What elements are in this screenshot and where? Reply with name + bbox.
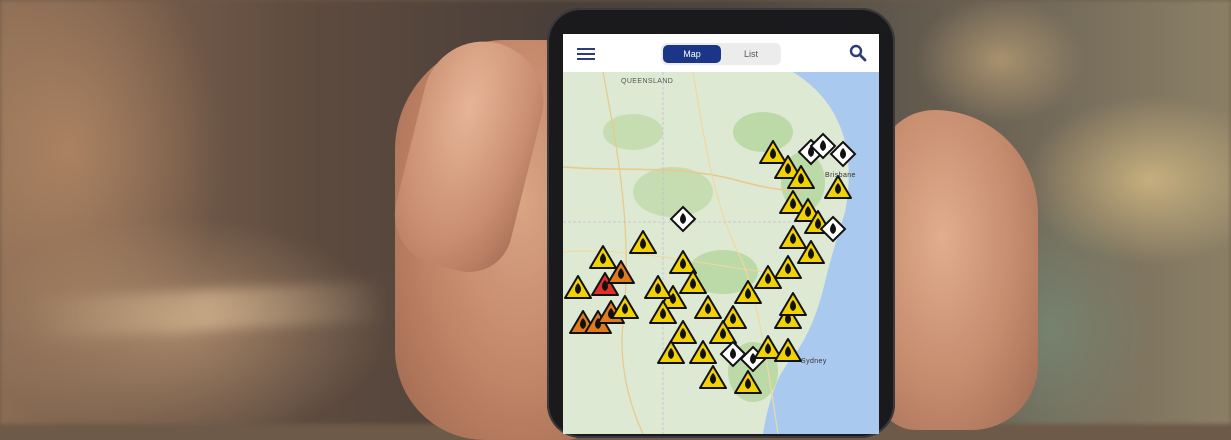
view-toggle: Map List xyxy=(661,43,781,65)
map-label-city-1: Brisbane xyxy=(825,172,856,179)
search-icon[interactable] xyxy=(849,44,867,62)
app-header: Map List xyxy=(563,34,879,73)
hamburger-icon[interactable] xyxy=(577,48,595,60)
map-label-city-2: Sydney xyxy=(801,358,827,365)
tab-list[interactable]: List xyxy=(723,45,779,63)
phone-screen: Map List QUEENSLAND Brisbane Sydney xyxy=(563,34,879,434)
right-hand xyxy=(878,110,1038,430)
fire-map[interactable]: QUEENSLAND Brisbane Sydney xyxy=(563,71,879,434)
tab-map[interactable]: Map xyxy=(663,45,721,63)
map-canvas xyxy=(563,71,879,434)
map-label-region: QUEENSLAND xyxy=(621,78,674,85)
